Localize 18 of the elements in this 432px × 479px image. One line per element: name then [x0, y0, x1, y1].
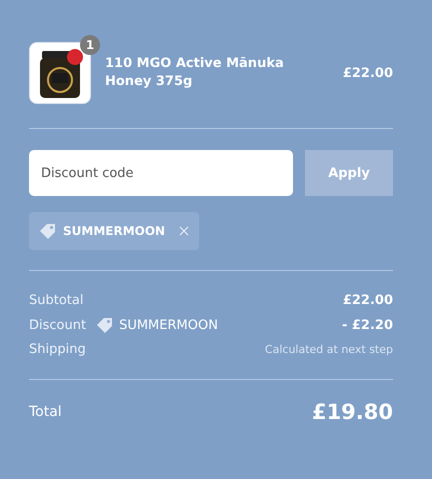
tag-icon [96, 317, 114, 333]
summary-value: £22.00 [342, 293, 393, 308]
product-price: £22.00 [342, 66, 393, 80]
discount-code-field[interactable]: Discount code [29, 150, 293, 196]
discount-code: SUMMERMOON [119, 318, 218, 332]
summary-value: - £2.20 [342, 318, 393, 332]
summary-value: Calculated at next step [264, 343, 393, 356]
apply-button[interactable]: Apply [305, 150, 393, 196]
total-label: Total [29, 404, 62, 420]
product-name: 110 MGO Active Mānuka Honey 375g [105, 55, 285, 91]
quantity-badge: 1 [80, 35, 100, 55]
summary-label: Discount [29, 318, 86, 332]
discount-code: SUMMERMOON [63, 224, 166, 238]
summary-label: Shipping [29, 342, 86, 357]
tag-icon [39, 223, 57, 239]
close-icon[interactable] [179, 226, 190, 236]
total-value: £19.80 [312, 400, 393, 424]
summary-label: Subtotal [29, 293, 84, 308]
